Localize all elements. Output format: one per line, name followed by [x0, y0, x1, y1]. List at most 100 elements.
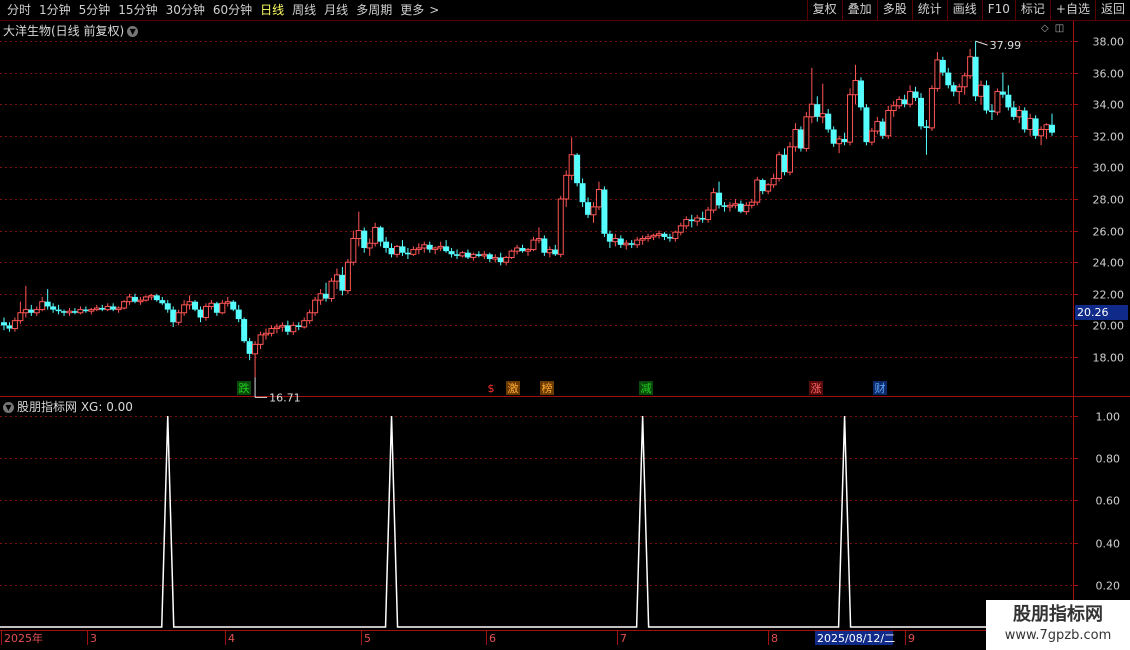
price-axis-label: 34.00 — [1093, 99, 1125, 112]
candle-body — [202, 305, 209, 319]
candle-body — [88, 309, 95, 312]
candle-body — [721, 205, 728, 207]
candle-body — [263, 332, 269, 336]
candle-body — [50, 306, 57, 310]
candle-body — [33, 309, 40, 314]
candle-body — [295, 325, 302, 327]
candles-layer — [1, 41, 1055, 378]
candle-body — [290, 324, 297, 333]
indicator-axis-label: 0.40 — [1096, 538, 1121, 551]
candle-body — [978, 84, 985, 97]
diamond-icon[interactable]: ◇ — [1041, 23, 1049, 34]
candle-body — [847, 94, 854, 143]
tab-period-4[interactable]: 30分钟 — [163, 0, 210, 20]
f10-button[interactable]: F10 — [981, 0, 1015, 20]
candle-body — [235, 309, 242, 320]
back-button[interactable]: 返回 — [1094, 0, 1130, 20]
candle-body — [454, 254, 461, 256]
candle-body — [743, 204, 750, 213]
candle-body — [759, 180, 766, 192]
price-axis-label: 18.00 — [1093, 352, 1125, 365]
tab-period-2[interactable]: 5分钟 — [76, 0, 116, 20]
indicator-axis-label: 0.60 — [1096, 495, 1121, 508]
indicator-axis-label: 1.00 — [1096, 411, 1121, 424]
tab-period-8[interactable]: 月线 — [321, 0, 353, 20]
candle-body — [388, 247, 395, 255]
candle-body — [432, 247, 439, 251]
candle-body — [939, 59, 946, 73]
candle-body — [606, 233, 613, 242]
candle-body — [923, 126, 930, 128]
tab-more[interactable]: 更多 > — [397, 0, 444, 20]
candle-body — [426, 244, 433, 250]
candle-body — [857, 80, 864, 108]
tab-period-3[interactable]: 15分钟 — [115, 0, 162, 20]
candle-body — [268, 328, 275, 334]
tab-period-7[interactable]: 周线 — [289, 0, 321, 20]
tab-period-9[interactable]: 多周期 — [353, 0, 397, 20]
candle-body — [787, 146, 793, 173]
candle-body — [475, 254, 482, 256]
candle-body — [814, 104, 821, 117]
chevron-down-icon[interactable]: ▼ — [127, 26, 139, 37]
restore-rights-button[interactable]: 复权 — [806, 0, 842, 20]
candle-body — [645, 236, 652, 239]
candle-body — [82, 309, 89, 312]
candle-body — [1010, 107, 1017, 117]
candle-body — [552, 249, 559, 255]
multi-stock-button[interactable]: 多股 — [876, 0, 912, 20]
event-marker: 跌 — [239, 381, 250, 395]
chevron-down-icon[interactable]: ▼ — [3, 402, 14, 413]
mark-button[interactable]: 标记 — [1014, 0, 1050, 20]
candle-body — [257, 334, 264, 345]
candle-body — [901, 99, 908, 105]
candle-body — [437, 245, 444, 249]
candle-body — [994, 91, 1001, 113]
price-axis-label: 24.00 — [1093, 257, 1125, 270]
candle-body — [530, 239, 537, 251]
candle-body — [852, 80, 859, 96]
candle-body — [153, 295, 160, 301]
candle-body — [732, 203, 739, 206]
indicator-panel-title[interactable]: ▼ 股朋指标网 XG: 0.00 — [3, 398, 133, 415]
candle-body — [11, 320, 18, 330]
candle-body — [366, 242, 373, 249]
event-marker: 榜 — [542, 381, 553, 395]
add-watchlist-button[interactable]: +自选 — [1049, 0, 1095, 20]
candle-body — [317, 293, 324, 301]
price-axis-label: 20.00 — [1093, 320, 1125, 333]
candle-body — [394, 245, 400, 255]
time-axis: 2025年 3 4 5 6 7 8 9 2025/08/12/二 — [1, 630, 915, 645]
candle-body — [159, 300, 166, 304]
window-icon[interactable]: ◫ — [1055, 23, 1064, 34]
candle-body — [525, 249, 531, 252]
candle-body — [104, 305, 111, 311]
xg-signal-line — [0, 415, 1073, 628]
candle-body — [1049, 124, 1055, 133]
candle-body — [464, 252, 471, 258]
tab-period-6[interactable]: 日线 — [257, 0, 289, 20]
tab-period-0[interactable]: 分时 — [4, 0, 36, 20]
candle-body — [836, 138, 843, 145]
candle-body — [1038, 128, 1045, 137]
candle-body — [121, 301, 128, 309]
candle-body — [890, 105, 897, 112]
watermark-title: 股朋指标网 — [1013, 604, 1103, 625]
statistics-button[interactable]: 统计 — [911, 0, 947, 20]
candle-body — [546, 249, 553, 254]
main-panel-title[interactable]: 大洋生物(日线 前复权) ▼ — [3, 22, 139, 39]
tab-period-5[interactable]: 60分钟 — [210, 0, 257, 20]
tab-period-1[interactable]: 1分钟 — [36, 0, 76, 20]
candle-body — [241, 319, 248, 342]
overlay-button[interactable]: 叠加 — [841, 0, 877, 20]
candle-body — [950, 85, 957, 92]
candle-body — [71, 311, 78, 313]
candle-body — [410, 249, 417, 255]
price-axis-label: 38.00 — [1093, 36, 1125, 49]
kline-chart[interactable]: 38.00 36.00 34.00 32.00 30.00 28.00 26.00 24.00… — [0, 0, 1130, 650]
draw-line-button[interactable]: 画线 — [946, 0, 982, 20]
candle-body — [628, 243, 635, 245]
candle-body — [44, 301, 51, 307]
candle-body — [519, 247, 526, 252]
candle-body — [1, 322, 7, 326]
